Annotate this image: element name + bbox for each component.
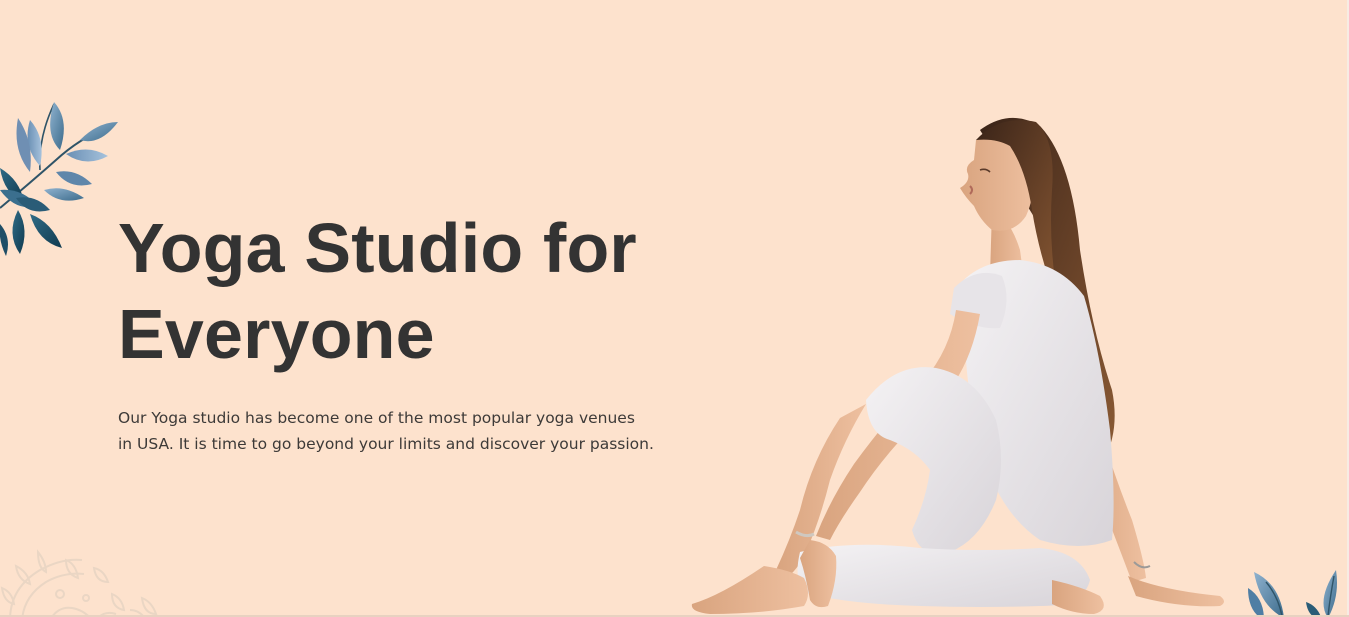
hero-description: Our Yoga studio has become one of the mo… bbox=[118, 405, 678, 457]
headline-line-2: Everyone bbox=[118, 295, 435, 373]
headline-line-1: Yoga Studio for bbox=[118, 209, 637, 287]
woman-yoga-twist-pose bbox=[691, 117, 1224, 614]
leaf-branch-icon bbox=[0, 102, 118, 256]
leaf-branch-icon bbox=[1248, 570, 1337, 617]
hero-section: Yoga Studio for Everyone Our Yoga studio… bbox=[0, 0, 1349, 617]
hero-headline: Yoga Studio for Everyone bbox=[118, 205, 738, 377]
description-line-2: in USA. It is time to go beyond your lim… bbox=[118, 435, 654, 453]
description-line-1: Our Yoga studio has become one of the mo… bbox=[118, 409, 635, 427]
mandala-icon bbox=[0, 549, 158, 617]
